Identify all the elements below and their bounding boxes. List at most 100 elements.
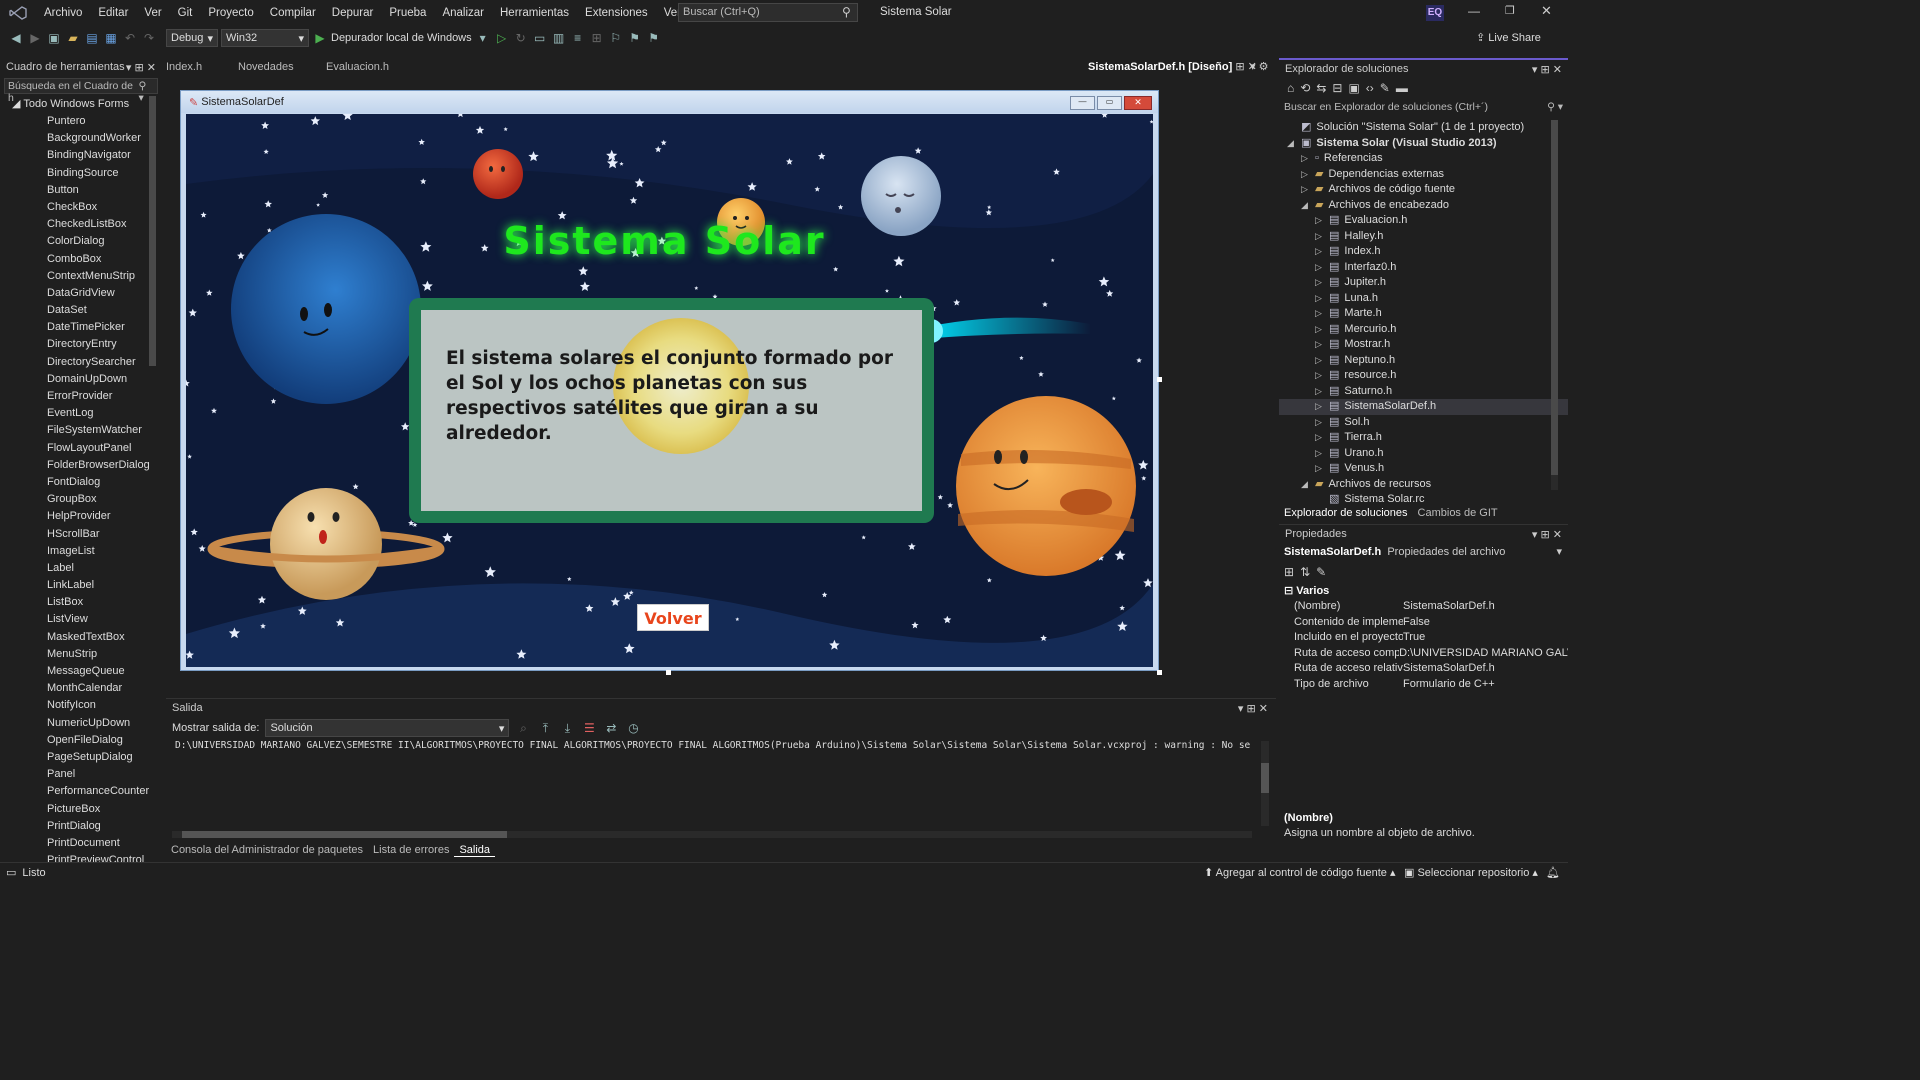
expand-icon[interactable]: ◢ bbox=[1301, 477, 1315, 493]
expand-icon[interactable]: ▷ bbox=[1315, 430, 1329, 446]
output-hscroll[interactable] bbox=[172, 831, 1252, 838]
output-vscroll[interactable] bbox=[1261, 741, 1269, 826]
toolbox-item[interactable]: FontDialog bbox=[0, 474, 162, 491]
select-repo-button[interactable]: ▣ Seleccionar repositorio ▴ bbox=[1404, 866, 1538, 879]
bookmark-next-icon[interactable]: ⚑ bbox=[646, 30, 662, 46]
toolbox-item[interactable]: DataSet bbox=[0, 302, 162, 319]
se-file[interactable]: ▷ ▤ Mercurio.h bbox=[1279, 322, 1568, 338]
expand-icon[interactable]: ▷ bbox=[1315, 322, 1329, 338]
notifications-icon[interactable]: 🔔︎ bbox=[1546, 866, 1560, 879]
resize-handle-corner[interactable] bbox=[1157, 670, 1162, 675]
platform-select[interactable]: Win32 ▾ bbox=[221, 29, 309, 47]
menu-extensiones[interactable]: Extensiones bbox=[577, 0, 656, 26]
align-icon[interactable]: ⊞ bbox=[589, 30, 605, 46]
format-icon[interactable]: ≡ bbox=[570, 30, 586, 46]
toolbox-item[interactable]: ListView bbox=[0, 611, 162, 628]
property-value[interactable]: Formulario de C++ bbox=[1403, 677, 1495, 693]
se-file[interactable]: ▷ ▤ Saturno.h bbox=[1279, 384, 1568, 400]
menu-analizar[interactable]: Analizar bbox=[434, 0, 492, 26]
property-value[interactable]: True bbox=[1403, 630, 1425, 646]
tab-active-designer[interactable]: SistemaSolarDef.h [Diseño] ⊞ ✕ bbox=[1088, 58, 1257, 76]
expand-icon[interactable]: ▷ bbox=[1315, 213, 1329, 229]
save-icon[interactable]: ▤ bbox=[84, 30, 100, 46]
restore-button[interactable]: ❐ bbox=[1505, 4, 1515, 17]
bookmark-prev-icon[interactable]: ⚑ bbox=[627, 30, 643, 46]
layout-icon[interactable]: ▥ bbox=[551, 30, 567, 46]
toolbox-item[interactable]: EventLog bbox=[0, 405, 162, 422]
search-input[interactable]: Buscar (Ctrl+Q) bbox=[678, 3, 858, 22]
expand-icon[interactable]: ▷ bbox=[1315, 229, 1329, 245]
toolbox-item[interactable]: Button bbox=[0, 182, 162, 199]
toolbox-item[interactable]: MaskedTextBox bbox=[0, 629, 162, 646]
expand-icon[interactable]: ▷ bbox=[1315, 260, 1329, 276]
se-file[interactable]: ▷ ▤ Sol.h bbox=[1279, 415, 1568, 431]
toolbox-item[interactable]: FileSystemWatcher bbox=[0, 422, 162, 439]
se-file[interactable]: ▷ ▤ Neptuno.h bbox=[1279, 353, 1568, 369]
solution-explorer-scrollbar[interactable] bbox=[1551, 120, 1558, 490]
se-folder[interactable]: ◢ ▰ Archivos de encabezado bbox=[1279, 198, 1568, 214]
debugger-button[interactable]: Depurador local de Windows bbox=[331, 32, 472, 44]
prev-message-icon[interactable]: ⤒ bbox=[537, 720, 553, 736]
source-control-button[interactable]: ⬆ Agregar al control de código fuente ▴ bbox=[1204, 866, 1395, 879]
se-tab[interactable]: Cambios de GIT bbox=[1413, 507, 1503, 519]
expand-icon[interactable]: ▷ bbox=[1315, 461, 1329, 477]
toolbox-item[interactable]: BindingNavigator bbox=[0, 147, 162, 164]
view-code-icon[interactable]: ‹› bbox=[1366, 81, 1374, 95]
properties-object-select[interactable]: SistemaSolarDef.h Propiedades del archiv… bbox=[1279, 543, 1568, 561]
resize-handle-bottom[interactable] bbox=[666, 670, 671, 675]
toolbox-item[interactable]: PageSetupDialog bbox=[0, 749, 162, 766]
start-without-debug-icon[interactable]: ▷ bbox=[494, 30, 510, 46]
toolbox-item[interactable]: GroupBox bbox=[0, 491, 162, 508]
toolbox-item[interactable]: MenuStrip bbox=[0, 646, 162, 663]
output-source-select[interactable]: Solución ▾ bbox=[265, 719, 510, 737]
toolbox-item[interactable]: OpenFileDialog bbox=[0, 732, 162, 749]
toolbox-item[interactable]: ComboBox bbox=[0, 251, 162, 268]
toolbox-item[interactable]: DateTimePicker bbox=[0, 319, 162, 336]
toolbox-item[interactable]: MonthCalendar bbox=[0, 680, 162, 697]
toolbox-item[interactable]: ColorDialog bbox=[0, 233, 162, 250]
form-close-button[interactable]: ✕ bbox=[1124, 96, 1152, 110]
tab-dropdown-icon[interactable]: ▾ ⚙ bbox=[1250, 60, 1268, 73]
se-folder[interactable]: ▷ ▰ Dependencias externas bbox=[1279, 167, 1568, 183]
toolbox-item[interactable]: Puntero bbox=[0, 113, 162, 130]
se-tab[interactable]: Explorador de soluciones bbox=[1279, 507, 1413, 519]
expand-icon[interactable]: ▷ bbox=[1315, 337, 1329, 353]
save-all-icon[interactable]: ▦ bbox=[103, 30, 119, 46]
toolbox-scrollbar[interactable] bbox=[149, 96, 156, 366]
menu-depurar[interactable]: Depurar bbox=[324, 0, 382, 26]
property-value[interactable]: SistemaSolarDef.h bbox=[1403, 599, 1495, 615]
property-row[interactable]: Ruta de acceso completaD:\UNIVERSIDAD MA… bbox=[1279, 646, 1568, 662]
collapse-all-icon[interactable]: ⊟ bbox=[1332, 81, 1342, 95]
se-file[interactable]: ▷ ▤ Mostrar.h bbox=[1279, 337, 1568, 353]
toolbox-item[interactable]: NotifyIcon bbox=[0, 697, 162, 714]
menu-ver[interactable]: Ver bbox=[136, 0, 169, 26]
se-file[interactable]: ▷ ▤ Index.h bbox=[1279, 244, 1568, 260]
se-solution[interactable]: ◩ Solución "Sistema Solar" (1 de 1 proyec… bbox=[1279, 120, 1568, 136]
toolbox-item[interactable]: NumericUpDown bbox=[0, 715, 162, 732]
expand-icon[interactable]: ▷ bbox=[1315, 399, 1329, 415]
expand-icon[interactable]: ▷ bbox=[1315, 275, 1329, 291]
toolbox-item[interactable]: DomainUpDown bbox=[0, 371, 162, 388]
expand-icon[interactable]: ▷ bbox=[1301, 167, 1315, 183]
toolbox-item[interactable]: HelpProvider bbox=[0, 508, 162, 525]
menu-git[interactable]: Git bbox=[170, 0, 201, 26]
form-minimize-button[interactable]: — bbox=[1070, 96, 1095, 110]
menu-archivo[interactable]: Archivo bbox=[36, 0, 90, 26]
menu-proyecto[interactable]: Proyecto bbox=[200, 0, 261, 26]
tab-evaluacion-h[interactable]: Evaluacion.h bbox=[326, 61, 416, 73]
expand-icon[interactable]: ▷ bbox=[1315, 384, 1329, 400]
categorized-icon[interactable]: ⊞ bbox=[1284, 565, 1294, 579]
toolbox-item[interactable]: PictureBox bbox=[0, 801, 162, 818]
toolbox-item[interactable]: Label bbox=[0, 560, 162, 577]
dropdown-chevron-icon[interactable]: ▾ bbox=[475, 30, 491, 46]
se-file[interactable]: ▷ ▤ Marte.h bbox=[1279, 306, 1568, 322]
config-select[interactable]: Debug ▾ bbox=[166, 29, 218, 47]
menu-prueba[interactable]: Prueba bbox=[381, 0, 434, 26]
toolbox-item[interactable]: PerformanceCounter bbox=[0, 783, 162, 800]
property-row[interactable]: Contenido de implementaciFalse bbox=[1279, 615, 1568, 631]
visual-studio-logo-icon[interactable] bbox=[0, 0, 36, 26]
toolbox-item[interactable]: BindingSource bbox=[0, 165, 162, 182]
properties-category[interactable]: ⊟ Varios bbox=[1279, 583, 1568, 599]
menu-editar[interactable]: Editar bbox=[90, 0, 136, 26]
preview-icon[interactable]: ▬ bbox=[1396, 81, 1408, 95]
